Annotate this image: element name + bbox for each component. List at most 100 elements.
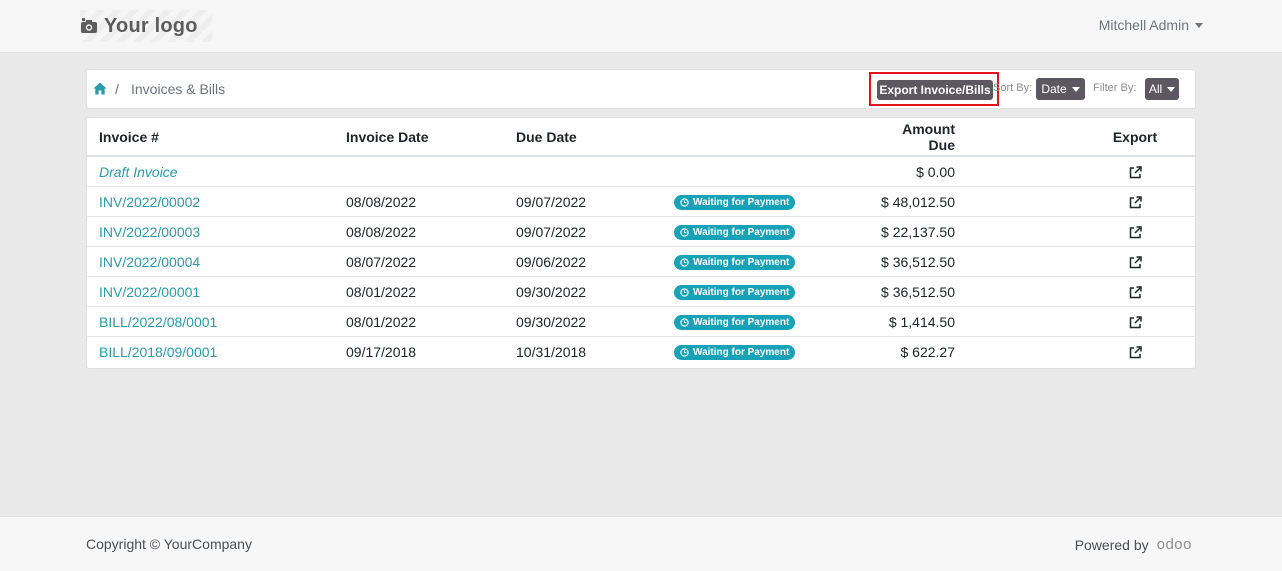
filter-by-value: All [1148, 82, 1163, 96]
powered-by-text: Powered by [1074, 536, 1149, 553]
export-cell [1075, 246, 1195, 277]
status-cell: Waiting for Payment [668, 276, 868, 307]
company-logo[interactable]: Your logo [80, 10, 212, 42]
footer: Copyright © YourCompany Powered by odoo [0, 516, 1282, 571]
breadcrumb-current: Invoices & Bills [131, 81, 226, 97]
table-row[interactable]: INV/2022/00001 08/01/2022 09/30/2022 Wai… [87, 276, 1195, 307]
invoice-number-link[interactable]: BILL/2022/08/0001 [99, 314, 217, 330]
status-cell: Waiting for Payment [668, 306, 868, 337]
table-row[interactable]: INV/2022/00003 08/08/2022 09/07/2022 Wai… [87, 216, 1195, 247]
export-cell [1075, 186, 1195, 217]
invoice-number-link[interactable]: INV/2022/00003 [99, 224, 200, 240]
status-badge-label: Waiting for Payment [693, 256, 790, 268]
column-header-due-date[interactable]: Due Date [504, 118, 668, 157]
clock-icon [680, 287, 689, 297]
column-header-invoice-date[interactable]: Invoice Date [334, 118, 504, 157]
invoice-date-cell: 08/07/2022 [334, 246, 504, 277]
amount-due-cell: $ 22,137.50 [868, 216, 1075, 247]
status-badge-label: Waiting for Payment [693, 316, 790, 328]
clock-icon [680, 317, 689, 327]
external-link-icon[interactable] [1129, 346, 1142, 359]
status-cell: Waiting for Payment [668, 246, 868, 277]
export-invoice-bills-button[interactable]: Export Invoice/Bills [877, 80, 993, 100]
status-cell: Waiting for Payment [668, 216, 868, 247]
status-cell: Waiting for Payment [668, 336, 868, 366]
due-date-cell: 09/30/2022 [504, 276, 668, 307]
invoices-table: Invoice # Invoice Date Due Date Amount D… [87, 118, 1195, 366]
invoice-number-link[interactable]: INV/2022/00001 [99, 284, 200, 300]
invoice-date-cell [334, 156, 504, 187]
column-header-amount-due[interactable]: Amount Due [868, 118, 1075, 157]
external-link-icon[interactable] [1129, 316, 1142, 329]
odoo-brand-logo: odoo [1156, 536, 1192, 553]
amount-due-cell: $ 48,012.50 [868, 186, 1075, 217]
status-badge: Waiting for Payment [674, 254, 796, 270]
export-cell [1075, 306, 1195, 337]
status-badge-label: Waiting for Payment [693, 286, 790, 298]
status-badge: Waiting for Payment [674, 314, 796, 330]
clock-icon [680, 257, 689, 267]
table-row[interactable]: INV/2022/00004 08/07/2022 09/06/2022 Wai… [87, 246, 1195, 277]
chevron-down-icon [1167, 86, 1176, 92]
table-row[interactable]: INV/2022/00002 08/08/2022 09/07/2022 Wai… [87, 186, 1195, 217]
export-cell [1075, 336, 1195, 366]
external-link-icon[interactable] [1129, 256, 1142, 269]
table-row[interactable]: BILL/2018/09/0001 09/17/2018 10/31/2018 … [87, 336, 1195, 366]
export-cell [1075, 156, 1195, 187]
invoice-date-cell: 08/08/2022 [334, 216, 504, 247]
invoice-number-link[interactable]: Draft Invoice [99, 164, 178, 180]
breadcrumb-separator: / [115, 81, 119, 97]
column-header-status [668, 118, 868, 157]
due-date-cell: 09/07/2022 [504, 186, 668, 217]
status-badge: Waiting for Payment [674, 224, 796, 240]
status-badge: Waiting for Payment [674, 344, 796, 360]
filter-by-label: Filter By: [1093, 82, 1137, 94]
sort-by-dropdown[interactable]: Date [1036, 78, 1085, 100]
powered-by[interactable]: Powered by odoo [1075, 536, 1192, 553]
breadcrumb: / Invoices & Bills Export Invoice/Bills … [86, 69, 1196, 109]
home-icon[interactable] [93, 82, 107, 95]
filter-by-dropdown[interactable]: All [1145, 78, 1179, 100]
user-menu[interactable]: Mitchell Admin [1099, 17, 1203, 33]
due-date-cell: 09/30/2022 [504, 306, 668, 337]
due-date-cell: 10/31/2018 [504, 336, 668, 366]
external-link-icon[interactable] [1129, 286, 1142, 299]
amount-due-cell: $ 1,414.50 [868, 306, 1075, 337]
column-header-invoice-number[interactable]: Invoice # [87, 118, 334, 157]
table-row[interactable]: Draft Invoice $ 0.00 [87, 156, 1195, 187]
export-cell [1075, 216, 1195, 247]
status-badge-label: Waiting for Payment [693, 196, 790, 208]
sort-by-label: Sort By: [993, 82, 1033, 94]
amount-due-cell: $ 36,512.50 [868, 276, 1075, 307]
sort-by-value: Date [1041, 82, 1067, 96]
invoice-date-cell: 08/01/2022 [334, 306, 504, 337]
table-row[interactable]: BILL/2022/08/0001 08/01/2022 09/30/2022 … [87, 306, 1195, 337]
due-date-cell: 09/06/2022 [504, 246, 668, 277]
amount-due-cell: $ 622.27 [868, 336, 1075, 366]
status-cell [668, 156, 868, 187]
invoice-number-link[interactable]: INV/2022/00004 [99, 254, 200, 270]
due-date-cell: 09/07/2022 [504, 216, 668, 247]
logo-text: Your logo [104, 14, 198, 37]
column-header-export: Export [1075, 118, 1195, 157]
invoice-date-cell: 08/08/2022 [334, 186, 504, 217]
clock-icon [680, 197, 689, 207]
external-link-icon[interactable] [1129, 166, 1142, 179]
external-link-icon[interactable] [1129, 226, 1142, 239]
external-link-icon[interactable] [1129, 196, 1142, 209]
amount-due-cell: $ 36,512.50 [868, 246, 1075, 277]
invoice-number-link[interactable]: BILL/2018/09/0001 [99, 344, 217, 360]
clock-icon [680, 347, 689, 357]
status-badge: Waiting for Payment [674, 284, 796, 300]
status-badge-label: Waiting for Payment [693, 346, 790, 358]
due-date-cell [504, 156, 668, 187]
user-name: Mitchell Admin [1098, 17, 1189, 33]
top-navbar: Your logo Mitchell Admin [0, 0, 1282, 53]
invoice-date-cell: 08/01/2022 [334, 276, 504, 307]
chevron-down-icon [1195, 22, 1203, 28]
status-badge: Waiting for Payment [674, 194, 796, 210]
invoice-number-link[interactable]: INV/2022/00002 [99, 194, 200, 210]
invoices-table-card: Invoice # Invoice Date Due Date Amount D… [86, 117, 1196, 369]
invoice-date-cell: 09/17/2018 [334, 336, 504, 366]
table-header-row: Invoice # Invoice Date Due Date Amount D… [87, 118, 1195, 157]
